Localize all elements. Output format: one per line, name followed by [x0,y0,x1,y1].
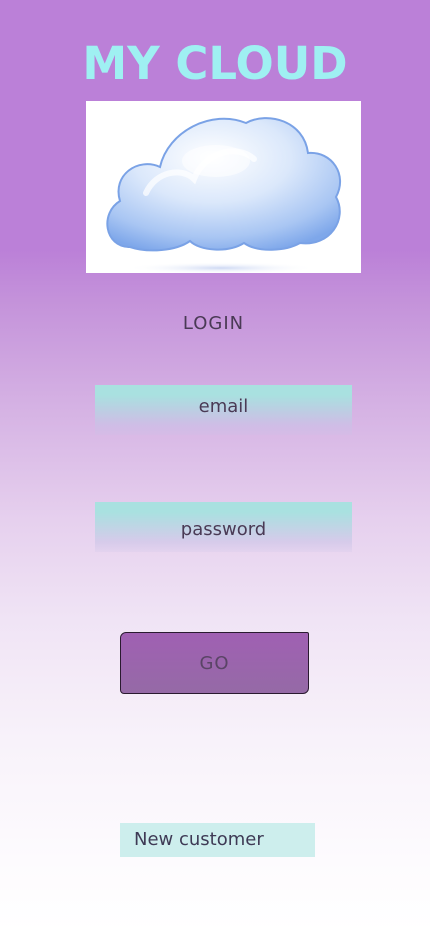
password-field[interactable]: password [95,502,352,552]
go-button[interactable]: GO [120,632,309,694]
new-customer-button[interactable]: New customer [120,823,315,857]
cloud-icon [106,117,342,273]
cloud-logo [86,101,361,273]
login-heading: LOGIN [182,313,245,334]
app-title: MY CLOUD [82,37,348,90]
email-field[interactable]: email [95,385,352,435]
